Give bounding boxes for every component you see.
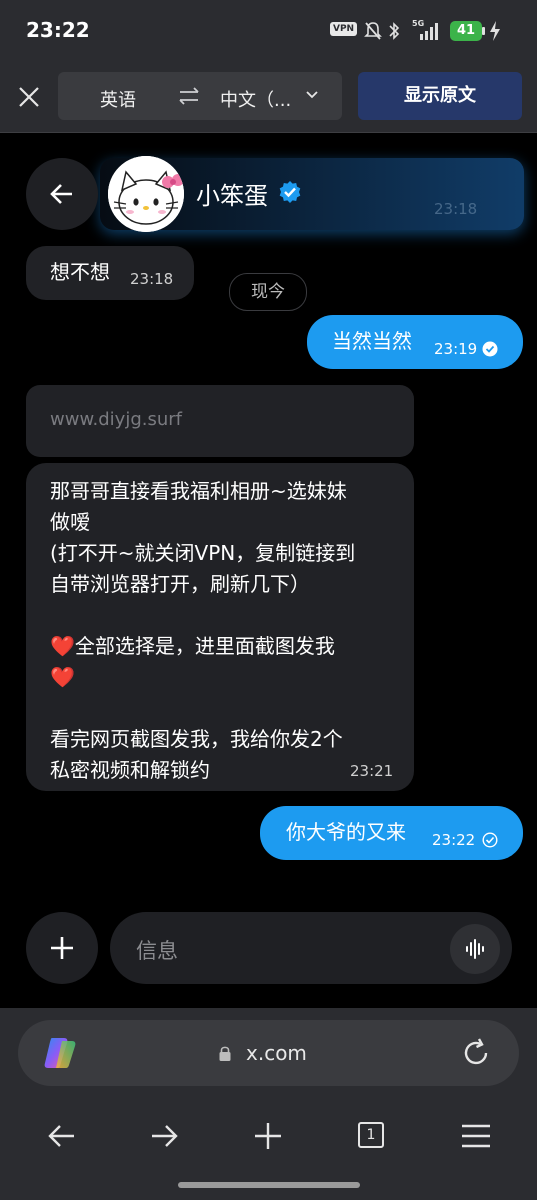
message-text: 当然当然 <box>332 329 412 353</box>
battery-level: 41 <box>450 21 482 41</box>
target-language[interactable]: 中文（... <box>220 86 291 112</box>
home-indicator[interactable] <box>178 1182 360 1188</box>
status-time: 23:22 <box>26 18 90 42</box>
lock-icon <box>219 1046 231 1061</box>
sent-receipt-icon <box>482 832 498 848</box>
message-text: 你大爷的又来 <box>286 820 406 844</box>
menu-icon[interactable] <box>458 1118 494 1154</box>
link-url[interactable]: www.diyjg.surf <box>50 409 182 430</box>
message-line <box>50 600 400 631</box>
message-line: (打不开~就关闭VPN，复制链接到 <box>50 541 356 565</box>
message-time: 23:22 <box>432 831 476 849</box>
message-time: 23:18 <box>130 270 174 288</box>
message-line: 看完网页截图发我，我给你发2个 <box>50 727 343 751</box>
tab-count-icon[interactable]: 1 <box>358 1122 384 1148</box>
message-time: 23:19 <box>434 340 478 358</box>
plus-icon[interactable] <box>48 934 76 962</box>
charging-icon <box>490 21 500 41</box>
message-line: ❤️全部选择是，进里面截图发我 <box>50 634 335 658</box>
chevron-down-icon[interactable] <box>302 85 322 105</box>
message-line: 自带浏览器打开，刷新几下） <box>50 572 310 596</box>
show-original-button[interactable]: 显示原文 <box>358 72 522 120</box>
message-time: 23:21 <box>350 762 394 780</box>
url-text[interactable]: x.com <box>246 1041 307 1065</box>
message-line: ❤️ <box>50 665 75 689</box>
back-icon[interactable] <box>44 1118 80 1154</box>
signal-icon <box>420 23 438 40</box>
hello-kitty-avatar-icon <box>108 156 184 232</box>
message-line <box>50 693 400 724</box>
contact-name[interactable]: 小笨蛋 <box>196 176 268 211</box>
message-line: 做嗳 <box>50 510 90 534</box>
new-tab-icon[interactable] <box>250 1118 286 1154</box>
ghost-timestamp: 23:18 <box>434 200 478 218</box>
back-arrow-icon[interactable] <box>48 180 76 208</box>
avatar[interactable] <box>108 156 184 232</box>
message-input-placeholder[interactable]: 信息 <box>136 935 178 965</box>
source-language[interactable]: 英语 <box>100 86 136 112</box>
message-text: 想不想 <box>50 260 110 284</box>
swap-icon[interactable] <box>178 87 200 105</box>
copilot-icon[interactable] <box>42 1036 78 1070</box>
bluetooth-icon <box>389 22 400 40</box>
date-divider: 现今 <box>229 273 307 311</box>
vpn-icon: VPN <box>330 22 358 36</box>
forward-icon[interactable] <box>146 1118 182 1154</box>
message-line: 那哥哥直接看我福利相册~选妹妹 <box>50 479 347 503</box>
audio-waveform-icon[interactable] <box>463 937 487 961</box>
message-body: 那哥哥直接看我福利相册~选妹妹 做嗳 (打不开~就关闭VPN，复制链接到 自带浏… <box>50 476 400 786</box>
read-receipt-icon <box>482 341 498 357</box>
reload-icon[interactable] <box>460 1037 492 1069</box>
close-icon[interactable] <box>14 82 44 112</box>
message-line: 私密视频和解锁约 <box>50 758 210 782</box>
verified-badge-icon <box>279 181 301 203</box>
battery-tip <box>482 27 485 35</box>
mute-icon <box>364 22 382 40</box>
